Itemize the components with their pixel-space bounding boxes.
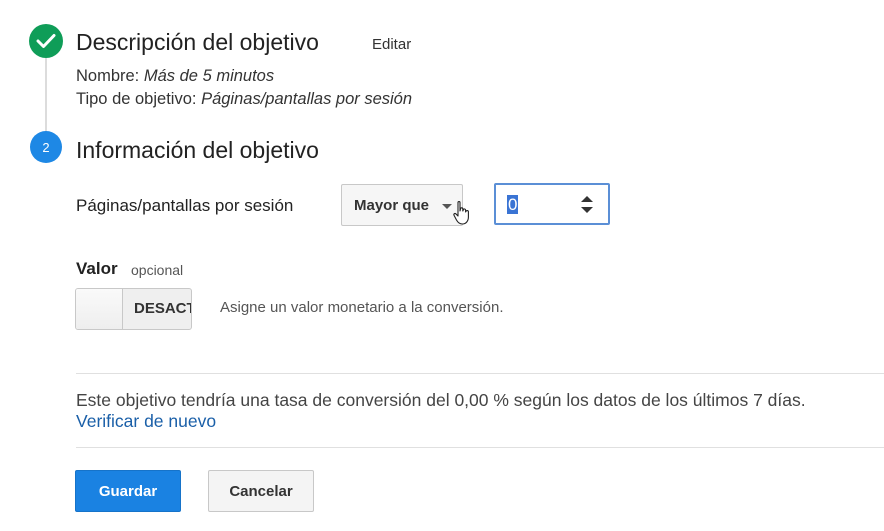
step-number-badge: 2 (30, 131, 62, 163)
step-completed-badge (29, 24, 63, 58)
toggle-state-label: DESACT (134, 300, 192, 317)
divider (76, 373, 884, 374)
step-connector (45, 58, 47, 132)
goal-name-value: Más de 5 minutos (143, 67, 275, 85)
hand-pointer-icon (453, 200, 469, 225)
spinner-up-icon[interactable] (581, 196, 593, 202)
goal-name-row: Nombre: Más de 5 minutos (76, 67, 274, 86)
goal-type-row: Tipo de objetivo: Páginas/pantallas por … (76, 90, 412, 109)
operator-select-value: Mayor que (354, 196, 430, 214)
value-toggle[interactable]: DESACT (75, 288, 192, 330)
save-button[interactable]: Guardar (75, 470, 181, 512)
conversion-rate-text: Este objetivo tendría una tasa de conver… (76, 390, 806, 410)
goal-description-title: Descripción del objetivo (76, 29, 319, 55)
goal-type-value: Páginas/pantallas por sesión (201, 90, 413, 108)
pages-value-input[interactable]: 0 (494, 183, 610, 225)
goal-name-label: Nombre: (76, 67, 140, 85)
check-icon (36, 34, 56, 48)
toggle-knob (76, 289, 123, 329)
verify-again-link[interactable]: Verificar de nuevo (76, 411, 216, 432)
pages-per-session-label: Páginas/pantallas por sesión (76, 196, 294, 215)
divider (76, 447, 884, 448)
edit-description-link[interactable]: Editar (372, 36, 411, 53)
goal-info-title: Información del objetivo (76, 137, 319, 163)
operator-select[interactable]: Mayor que (341, 184, 463, 226)
cancel-button[interactable]: Cancelar (208, 470, 314, 512)
value-label: Valor (76, 259, 118, 278)
optional-label: opcional (131, 262, 184, 278)
caret-down-icon (442, 204, 452, 209)
spinner-down-icon[interactable] (581, 207, 593, 213)
goal-type-label: Tipo de objetivo: (76, 90, 197, 108)
value-description: Asigne un valor monetario a la conversió… (220, 299, 504, 316)
pages-value-text: 0 (507, 195, 519, 214)
